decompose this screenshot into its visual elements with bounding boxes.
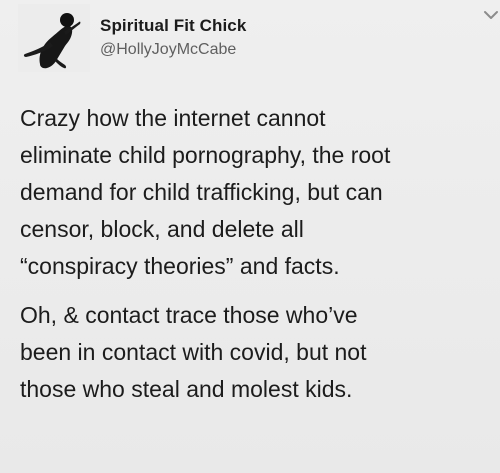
tweet-line-6: Oh, & contact trace those who’ve (20, 302, 358, 328)
user-handle[interactable]: @HollyJoyMcCabe (100, 41, 236, 59)
chevron-down-icon (484, 11, 498, 19)
tweet-line-1: Crazy how the internet cannot (20, 105, 326, 131)
tweet-line-4: censor, block, and delete all (20, 216, 304, 242)
avatar-icon (18, 4, 90, 72)
tweet-header: Spiritual Fit Chick @HollyJoyMcCabe (18, 4, 498, 74)
tweet-paragraph-2: Oh, & contact trace those who’ve been in… (20, 297, 485, 408)
tweet-line-7: been in contact with covid, but not (20, 339, 367, 365)
tweet-card: Spiritual Fit Chick @HollyJoyMcCabe Craz… (0, 0, 500, 473)
tweet-line-3: demand for child trafficking, but can (20, 179, 383, 205)
tweet-line-2: eliminate child pornography, the root (20, 142, 391, 168)
tweet-menu-button[interactable] (480, 4, 500, 26)
avatar[interactable] (18, 4, 90, 72)
tweet-paragraph-1: Crazy how the internet cannot eliminate … (20, 100, 485, 285)
tweet-line-8: those who steal and molest kids. (20, 376, 353, 402)
tweet-line-5: “conspiracy theories” and facts. (20, 253, 340, 279)
display-name[interactable]: Spiritual Fit Chick (100, 16, 246, 36)
tweet-body: Crazy how the internet cannot eliminate … (20, 100, 485, 408)
